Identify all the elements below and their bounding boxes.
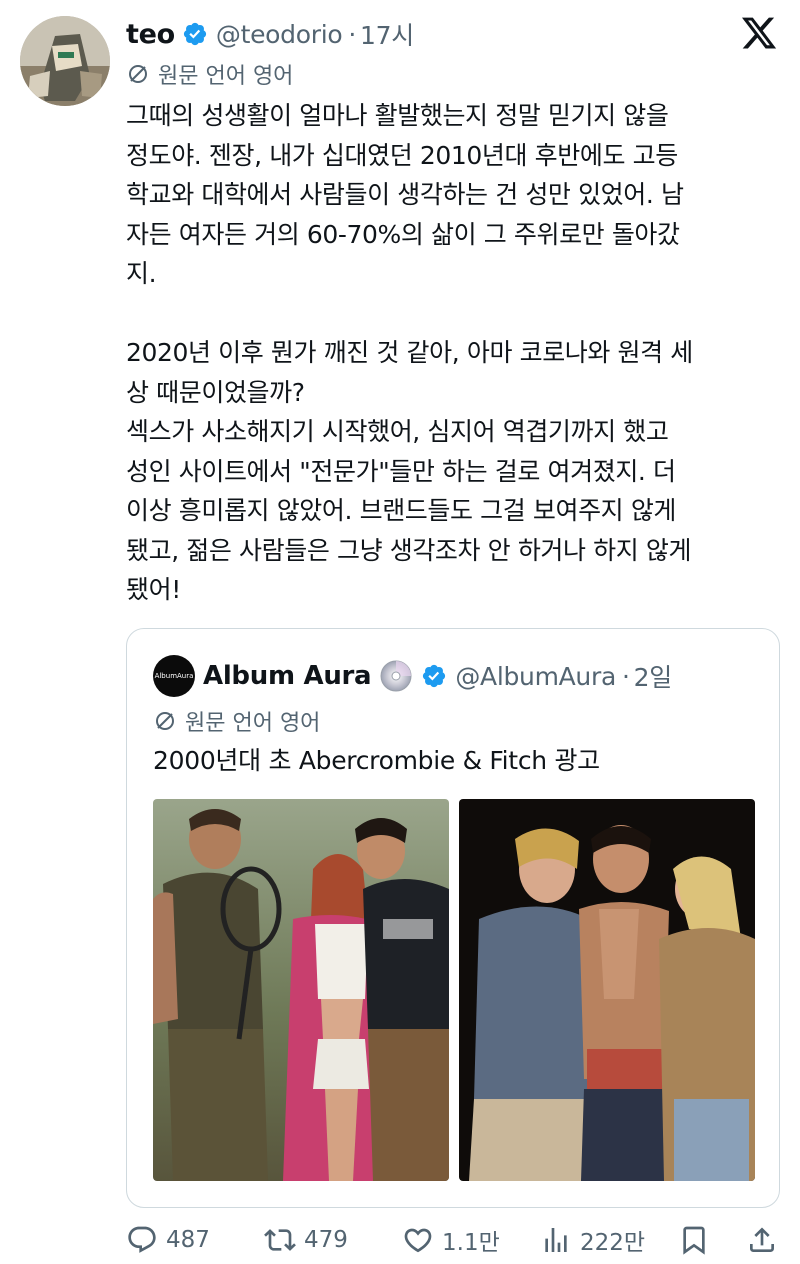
share-icon [750, 1227, 774, 1252]
x-logo-icon[interactable] [740, 14, 778, 52]
quoted-avatar[interactable]: AlbumAura [153, 655, 195, 697]
tweet-line: 2020년 이후 뭔가 깨진 것 같아, 아마 코로나와 원격 세 [126, 338, 693, 367]
tweet-line: 성인 사이트에서 "전문가"들만 하는 걸로 여겨졌지. 더 [126, 456, 676, 486]
tweet-line: 자든 여자든 거의 60-70%의 삶이 그 주위로만 돌아갔 [126, 219, 680, 249]
tweet-header: teo @teodorio · 17시 [126, 14, 414, 54]
dot-separator: · [621, 661, 630, 691]
share-button[interactable] [746, 1220, 786, 1260]
author-handle[interactable]: @teodorio [216, 20, 343, 49]
cd-emoji-icon [380, 660, 412, 692]
verified-badge-icon [423, 664, 446, 688]
views-chart-icon [545, 1228, 567, 1252]
quoted-tweet-text: 2000년대 초 Abercrombie & Fitch 광고 [153, 746, 600, 775]
retweet-count: 479 [304, 1227, 348, 1253]
retweet-icon [264, 1229, 296, 1251]
reply-count: 487 [166, 1227, 210, 1253]
tweet-line: 지. [126, 259, 157, 288]
tweet-line: 학교와 대학에서 사람들이 생각하는 건 성만 있었어. 남 [126, 180, 684, 209]
bookmark-button[interactable] [678, 1220, 718, 1260]
tweet-line: 됐고, 젊은 사람들은 그냥 생각조차 안 하거나 하지 않게 [126, 535, 692, 565]
retweet-button[interactable]: 479 [264, 1220, 348, 1260]
quoted-photo-2[interactable] [459, 799, 755, 1181]
quoted-translate-toggle[interactable]: 원문 언어 영어 [153, 705, 320, 737]
translate-icon [129, 65, 147, 83]
post-time[interactable]: 17시 [360, 16, 414, 52]
photo-2-image [459, 799, 755, 1181]
heart-icon [404, 1228, 432, 1253]
tweet-text: 그때의 성생활이 얼마나 활발했는지 정말 믿기지 않을 정도야. 젠장, 내가… [126, 96, 786, 610]
translate-icon [156, 712, 174, 730]
tweet-line: 섹스가 사소해지기 시작했어, 심지어 역겹기까지 했고 [126, 417, 669, 446]
author-avatar[interactable] [20, 16, 110, 106]
quoted-author-name[interactable]: Album Aura [203, 661, 372, 691]
tweet-line [126, 294, 786, 334]
tweet-line: 됐어! [126, 575, 181, 604]
views-count: 222만 [580, 1230, 646, 1256]
quoted-translate-label: 원문 언어 영어 [185, 711, 321, 736]
translate-label: 원문 언어 영어 [158, 64, 294, 89]
dot-separator: · [348, 19, 356, 49]
author-name[interactable]: teo [126, 19, 175, 50]
quoted-photo-1[interactable] [153, 799, 449, 1181]
reply-icon [128, 1226, 156, 1253]
quoted-tweet[interactable]: AlbumAura Album Aura @AlbumAura · 2일 원문 … [126, 628, 780, 1208]
quoted-author-handle[interactable]: @AlbumAura [455, 662, 616, 691]
photo-1-image [153, 799, 449, 1181]
reply-button[interactable]: 487 [126, 1220, 210, 1260]
like-count: 1.1만 [442, 1230, 500, 1256]
quoted-header: Album Aura @AlbumAura · 2일 [203, 655, 672, 697]
verified-badge-icon [183, 22, 206, 46]
quoted-post-time[interactable]: 2일 [634, 658, 673, 694]
translate-toggle[interactable]: 원문 언어 영어 [126, 58, 293, 90]
action-bar: 487 479 1.1만 222만 [126, 1220, 786, 1260]
tweet-line: 그때의 성생활이 얼마나 활발했는지 정말 믿기지 않을 [126, 101, 669, 130]
views-button[interactable]: 222만 [540, 1220, 645, 1260]
quoted-avatar-logo: AlbumAura [154, 672, 194, 680]
tweet-line: 정도야. 젠장, 내가 십대였던 2010년대 후반에도 고등 [126, 140, 678, 170]
like-button[interactable]: 1.1만 [402, 1220, 500, 1260]
tweet-line: 이상 흥미롭지 않았어. 브랜드들도 그걸 보여주지 않게 [126, 496, 677, 525]
tweet-line: 상 때문이었을까? [126, 377, 305, 407]
bookmark-icon [683, 1226, 705, 1255]
